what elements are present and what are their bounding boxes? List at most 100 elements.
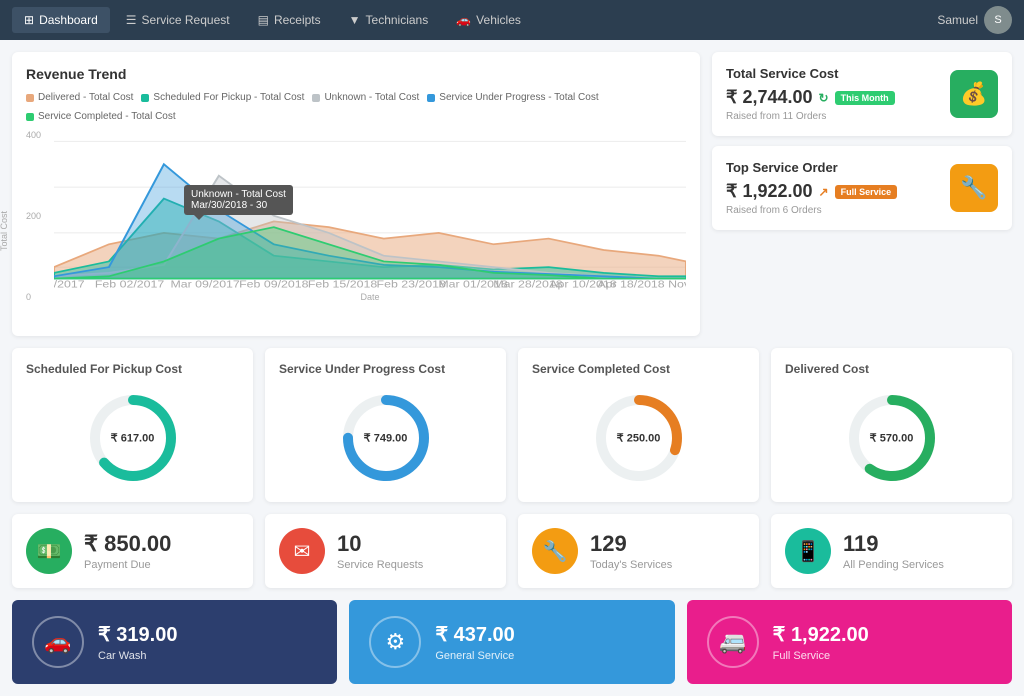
donut-amount-progress: ₹ 749.00 (364, 432, 408, 445)
service-requests-label: Service Requests (337, 559, 423, 571)
chart-legend: Delivered - Total Cost Scheduled For Pic… (26, 92, 686, 122)
banner-car-wash-label: Car Wash (98, 650, 177, 662)
todays-services-number: 129 (590, 531, 672, 557)
banner-general-service: ⚙ ₹ 437.00 General Service (349, 600, 674, 684)
legend-item-unknown: Unknown - Total Cost (312, 92, 419, 103)
total-service-cost-amount: ₹ 2,744.00 ↻ This Month (726, 87, 895, 108)
avatar: S (984, 6, 1012, 34)
top-section: Revenue Trend Delivered - Total Cost Sch… (12, 52, 1012, 336)
donut-wrapper-scheduled: ₹ 617.00 (83, 388, 183, 488)
donut-title-completed: Service Completed Cost (532, 362, 670, 376)
total-service-cost-icon: 💰 (950, 70, 998, 118)
stats-pending-services: 📱 119 All Pending Services (771, 514, 1012, 588)
top-service-order-left: Top Service Order ₹ 1,922.00 ↗ Full Serv… (726, 160, 897, 216)
banner-full-service-amount: ₹ 1,922.00 (773, 622, 869, 647)
donut-title-delivered: Delivered Cost (785, 362, 869, 376)
banner-general-service-label: General Service (435, 650, 514, 662)
donut-wrapper-completed: ₹ 250.00 (589, 388, 689, 488)
refresh-icon: ↻ (819, 91, 829, 105)
banner-full-service: 🚐 ₹ 1,922.00 Full Service (687, 600, 1012, 684)
banner-car-wash-info: ₹ 319.00 Car Wash (98, 622, 177, 662)
todays-services-icon: 🔧 (532, 528, 578, 574)
nav-vehicles[interactable]: 🚗 Vehicles (444, 7, 533, 33)
nav-receipts-label: Receipts (274, 13, 321, 27)
legend-label-progress: Service Under Progress - Total Cost (439, 92, 598, 103)
stats-row: 💵 ₹ 850.00 Payment Due ✉ 10 Service Requ… (12, 514, 1012, 588)
chart-area: Jan 1/2017 Feb 02/2017 Mar 09/2017 Feb 0… (54, 130, 686, 290)
banner-full-service-info: ₹ 1,922.00 Full Service (773, 622, 869, 662)
main-content: Revenue Trend Delivered - Total Cost Sch… (0, 40, 1024, 696)
todays-services-label: Today's Services (590, 559, 672, 571)
nav-dashboard[interactable]: ⊞ Dashboard (12, 7, 110, 33)
total-service-cost-left: Total Service Cost ₹ 2,744.00 ↻ This Mon… (726, 66, 895, 122)
donut-title-scheduled: Scheduled For Pickup Cost (26, 362, 182, 376)
legend-item-progress: Service Under Progress - Total Cost (427, 92, 598, 103)
stats-service-requests: ✉ 10 Service Requests (265, 514, 506, 588)
legend-item-completed: Service Completed - Total Cost (26, 111, 176, 122)
y-axis-title: Total Cost (0, 211, 9, 251)
legend-item-scheduled: Scheduled For Pickup - Total Cost (141, 92, 304, 103)
legend-label-delivered: Delivered - Total Cost (38, 92, 133, 103)
legend-label-completed: Service Completed - Total Cost (38, 111, 176, 122)
legend-dot-unknown (312, 94, 320, 102)
total-service-cost-badge: This Month (835, 91, 895, 105)
donut-section: Scheduled For Pickup Cost ₹ 617.00 Servi… (12, 348, 1012, 502)
legend-item-delivered: Delivered - Total Cost (26, 92, 133, 103)
donut-card-progress: Service Under Progress Cost ₹ 749.00 (265, 348, 506, 502)
pending-services-label: All Pending Services (843, 559, 944, 571)
total-service-cost-label: Total Service Cost (726, 66, 895, 81)
svg-text:Feb 23/2018: Feb 23/2018 (377, 280, 446, 290)
top-service-order-value: ₹ 1,922.00 (726, 181, 813, 202)
legend-dot-progress (427, 94, 435, 102)
nav-service-request[interactable]: ☰ Service Request (114, 7, 242, 33)
nav-user: Samuel S (937, 6, 1012, 34)
payment-due-icon: 💵 (26, 528, 72, 574)
donut-amount-scheduled: ₹ 617.00 (111, 432, 155, 445)
stats-todays-services: 🔧 129 Today's Services (518, 514, 759, 588)
nav-service-request-label: Service Request (142, 13, 230, 27)
donut-card-completed: Service Completed Cost ₹ 250.00 (518, 348, 759, 502)
top-service-order-amount: ₹ 1,922.00 ↗ Full Service (726, 181, 897, 202)
nav-dashboard-label: Dashboard (39, 13, 98, 27)
svg-text:Feb 15/2018: Feb 15/2018 (308, 280, 377, 290)
svg-text:Apr 18/2018: Apr 18/2018 (597, 280, 664, 290)
service-requests-info: 10 Service Requests (337, 531, 423, 571)
svg-text:Mar 09/2017: Mar 09/2017 (170, 280, 239, 290)
legend-label-unknown: Unknown - Total Cost (324, 92, 419, 103)
payment-due-info: ₹ 850.00 Payment Due (84, 531, 171, 571)
technicians-icon: ▼ (349, 13, 361, 27)
dashboard-icon: ⊞ (24, 13, 34, 27)
nav-vehicles-label: Vehicles (476, 13, 521, 27)
legend-label-scheduled: Scheduled For Pickup - Total Cost (153, 92, 304, 103)
nav-username: Samuel (937, 13, 978, 27)
revenue-trend-title: Revenue Trend (26, 66, 686, 82)
receipts-icon: ▤ (258, 13, 269, 27)
banner-general-service-info: ₹ 437.00 General Service (435, 622, 514, 662)
svg-text:Feb 02/2017: Feb 02/2017 (95, 280, 164, 290)
legend-dot-delivered (26, 94, 34, 102)
top-service-order-label: Top Service Order (726, 160, 897, 175)
legend-dot-completed (26, 113, 34, 121)
top-service-order-icon: 🔧 (950, 164, 998, 212)
banner-general-service-icon: ⚙ (369, 616, 421, 668)
top-service-order-card: Top Service Order ₹ 1,922.00 ↗ Full Serv… (712, 146, 1012, 230)
banner-full-service-label: Full Service (773, 650, 869, 662)
nav-technicians[interactable]: ▼ Technicians (337, 7, 441, 33)
donut-amount-delivered: ₹ 570.00 (870, 432, 914, 445)
banner-car-wash-icon: 🚗 (32, 616, 84, 668)
donut-card-delivered: Delivered Cost ₹ 570.00 (771, 348, 1012, 502)
stats-payment-due: 💵 ₹ 850.00 Payment Due (12, 514, 253, 588)
vehicles-icon: 🚗 (456, 13, 471, 27)
arrow-icon: ↗ (819, 185, 829, 199)
donut-wrapper-progress: ₹ 749.00 (336, 388, 436, 488)
pending-services-number: 119 (843, 531, 944, 557)
svg-text:Jan 1/2017: Jan 1/2017 (54, 280, 85, 290)
nav-receipts[interactable]: ▤ Receipts (246, 7, 333, 33)
svg-text:Nov: Nov (668, 280, 686, 290)
top-service-order-badge: Full Service (835, 185, 898, 199)
y-axis-labels: 400 200 0 (26, 130, 41, 302)
svg-text:Feb 09/2018: Feb 09/2018 (239, 280, 308, 290)
total-service-cost-card: Total Service Cost ₹ 2,744.00 ↻ This Mon… (712, 52, 1012, 136)
banner-full-service-icon: 🚐 (707, 616, 759, 668)
service-requests-icon: ✉ (279, 528, 325, 574)
